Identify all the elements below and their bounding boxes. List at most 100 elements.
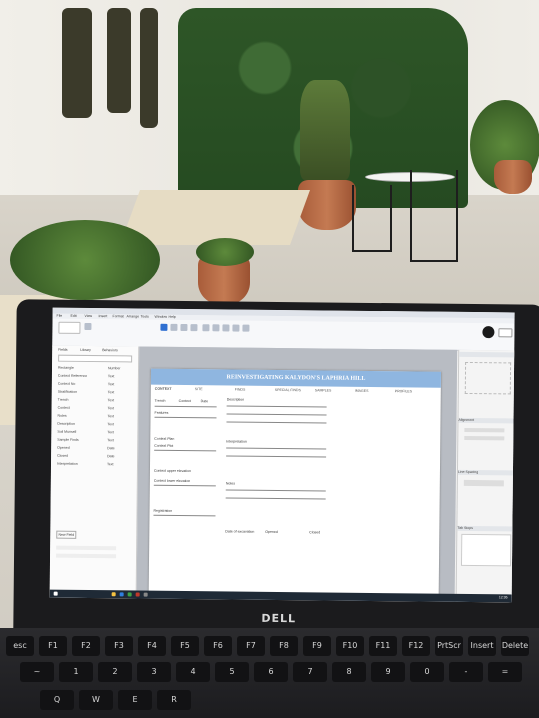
app-icon[interactable] — [143, 592, 148, 597]
view-toggle-icon[interactable] — [498, 328, 513, 338]
inspector-icon[interactable] — [482, 326, 495, 339]
keyboard-key[interactable]: F2 — [72, 636, 100, 656]
spacing-controls[interactable] — [463, 479, 504, 487]
field-row[interactable]: Context No Text — [58, 382, 136, 388]
keyboard-key[interactable]: 3 — [137, 662, 171, 682]
browser-icon[interactable] — [119, 592, 124, 597]
table-select[interactable] — [58, 354, 133, 363]
field-row[interactable]: Context Reference Text — [58, 374, 136, 380]
keyboard-key[interactable]: F6 — [204, 636, 232, 656]
style-select[interactable] — [464, 427, 505, 433]
input-line[interactable] — [225, 489, 326, 492]
menu-item[interactable]: Format — [113, 314, 124, 318]
menu-item[interactable]: View — [85, 314, 93, 318]
keyboard-key[interactable]: ~ — [20, 662, 54, 682]
keyboard-key[interactable]: 5 — [215, 662, 249, 682]
menu-item[interactable]: Window — [155, 315, 167, 319]
image-icon[interactable] — [222, 324, 230, 332]
keyboard-key[interactable]: esc — [6, 636, 34, 656]
menu-item[interactable]: Help — [169, 315, 176, 319]
keyboard-key[interactable]: 8 — [332, 662, 366, 682]
keyboard-key[interactable]: E — [118, 690, 152, 710]
keyboard-key[interactable]: Insert — [468, 636, 496, 656]
keyboard-key[interactable]: F3 — [105, 636, 133, 656]
new-field-button[interactable]: New Field — [56, 530, 77, 539]
fill-icon[interactable] — [202, 324, 210, 332]
chart-icon[interactable] — [212, 324, 220, 332]
input-line[interactable] — [225, 497, 326, 500]
keyboard-key[interactable]: = — [488, 662, 522, 682]
menu-item[interactable]: Arrange — [127, 314, 139, 318]
input-line[interactable] — [154, 416, 217, 419]
field-row[interactable]: Interpretation Text — [57, 462, 135, 468]
keyboard-key[interactable]: F5 — [171, 636, 199, 656]
keyboard-key[interactable]: F11 — [369, 636, 397, 656]
input-line[interactable] — [153, 514, 216, 517]
select-tool-icon[interactable] — [160, 323, 168, 331]
font-size-box[interactable] — [58, 321, 81, 334]
field-row[interactable]: Notes Text — [57, 414, 135, 420]
keyboard-key[interactable]: F7 — [237, 636, 265, 656]
keyboard-key[interactable]: F10 — [336, 636, 364, 656]
field-row[interactable]: Sample Finds Text — [57, 438, 135, 444]
line-tool-icon[interactable] — [190, 324, 198, 332]
input-line[interactable] — [226, 421, 327, 424]
keyboard-key[interactable]: - — [449, 662, 483, 682]
field-row[interactable]: Closed Date — [57, 454, 135, 460]
keyboard-key[interactable]: 4 — [176, 662, 210, 682]
field-row[interactable]: Description Text — [57, 422, 135, 428]
keyboard-key[interactable]: R — [157, 690, 191, 710]
menu-item[interactable]: Insert — [99, 314, 108, 318]
field-row[interactable]: Rectangle Number — [58, 366, 136, 372]
sidebar-tab[interactable]: Fields — [58, 348, 67, 352]
keyboard-key[interactable]: 7 — [293, 662, 327, 682]
field-row[interactable]: Context Text — [58, 406, 136, 412]
input-line[interactable] — [226, 413, 327, 416]
form-tab[interactable]: SITE — [195, 387, 203, 391]
keyboard-key[interactable]: F1 — [39, 636, 67, 656]
keyboard-key[interactable]: Q — [40, 690, 74, 710]
sidebar-tab[interactable]: Library — [80, 348, 91, 352]
input-line[interactable] — [153, 484, 216, 487]
menu-item[interactable]: Edit — [71, 314, 77, 318]
field-row[interactable]: Soil Munsell Text — [57, 430, 135, 436]
explorer-icon[interactable] — [111, 592, 116, 597]
input-line[interactable] — [154, 449, 217, 452]
keyboard-key[interactable]: F12 — [402, 636, 430, 656]
form-tab[interactable]: PROFILES — [395, 389, 412, 393]
form-tab[interactable]: IMAGES — [355, 389, 369, 393]
shape-tool-icon[interactable] — [180, 323, 188, 332]
tab-stops-list[interactable] — [460, 533, 512, 567]
field-row[interactable]: Opened Date — [57, 446, 135, 452]
sidebar-tab[interactable]: Behaviors — [102, 348, 118, 352]
web-viewer-icon[interactable] — [242, 324, 250, 332]
keyboard-key[interactable]: 1 — [59, 662, 93, 682]
keyboard-key[interactable]: PrtScr — [435, 636, 463, 656]
input-line[interactable] — [226, 447, 327, 450]
app-icon[interactable] — [127, 592, 132, 597]
input-line[interactable] — [154, 405, 217, 408]
input-line[interactable] — [226, 455, 327, 458]
keyboard-key[interactable]: 9 — [371, 662, 405, 682]
keyboard-key[interactable]: Delete — [501, 636, 529, 656]
form-tab[interactable]: FINDS — [235, 388, 246, 392]
start-icon[interactable] — [53, 591, 58, 596]
menu-item[interactable]: Tools — [141, 315, 149, 319]
keyboard-key[interactable]: F4 — [138, 636, 166, 656]
format-icon[interactable] — [84, 322, 92, 331]
field-row[interactable]: Trench Text — [58, 398, 136, 404]
field-row[interactable]: Stratification Text — [58, 390, 136, 396]
input-line[interactable] — [226, 405, 327, 408]
form-tab[interactable]: SAMPLES — [315, 388, 332, 392]
keyboard-key[interactable]: F8 — [270, 636, 298, 656]
menu-item[interactable]: File — [57, 314, 63, 318]
style-select[interactable] — [464, 435, 505, 441]
app-icon[interactable] — [135, 592, 140, 597]
text-tool-icon[interactable] — [170, 323, 178, 331]
keyboard-key[interactable]: 6 — [254, 662, 288, 682]
keyboard-key[interactable]: W — [79, 690, 113, 710]
form-tab[interactable]: SPECIAL FINDS — [275, 388, 301, 392]
keyboard-key[interactable]: 2 — [98, 662, 132, 682]
keyboard-key[interactable]: 0 — [410, 662, 444, 682]
keyboard-key[interactable]: F9 — [303, 636, 331, 656]
